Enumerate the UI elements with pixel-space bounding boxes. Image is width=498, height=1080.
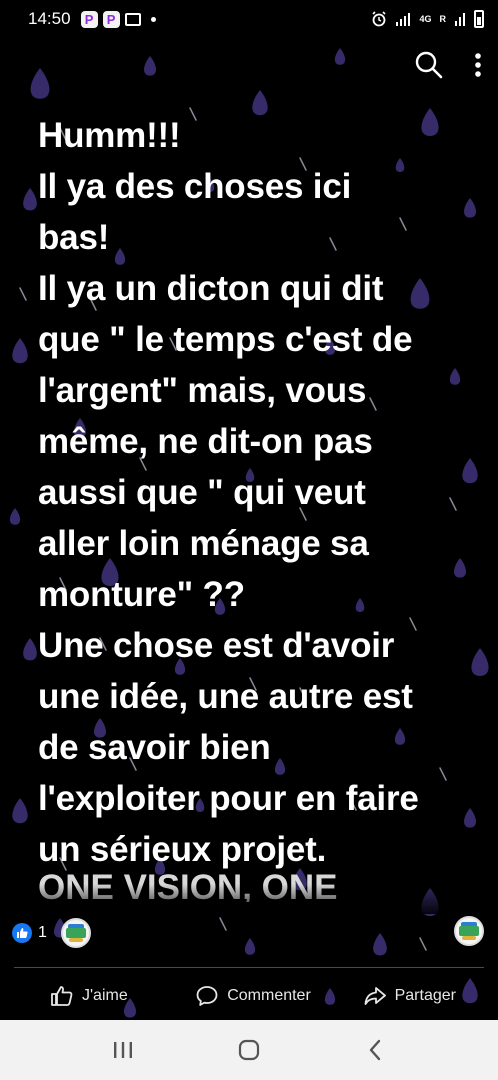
thumbs-up-icon: [12, 923, 32, 943]
gallery-notification-icon: [124, 12, 141, 26]
status-right-cluster: 4G R: [371, 10, 484, 28]
post-text-line: monture" ??: [38, 575, 245, 614]
post-text-line: aussi que " qui veut: [38, 473, 366, 512]
reactor-avatar[interactable]: [60, 918, 91, 948]
signal-icon: [396, 13, 411, 26]
signal-2-icon: [455, 13, 465, 26]
post-action-bar: J'aime Commenter Partager: [0, 976, 498, 1016]
like-button[interactable]: J'aime: [0, 976, 185, 1016]
divider: [14, 967, 484, 968]
notification-app-icon: P: [80, 10, 98, 28]
post-text-line: Une chose est d'avoir: [38, 626, 395, 665]
raindrop-shape: [12, 338, 28, 364]
rain-streak: [419, 937, 427, 951]
raindrop-shape: [12, 798, 28, 824]
raindrop-shape: [373, 933, 387, 956]
reactions-summary[interactable]: 1: [12, 918, 91, 948]
back-button[interactable]: [345, 1030, 405, 1070]
more-vertical-icon: [475, 53, 481, 77]
more-options-button[interactable]: [474, 52, 482, 78]
share-label: Partager: [394, 987, 456, 1004]
recent-apps-button[interactable]: [93, 1030, 153, 1070]
reaction-count: 1: [38, 924, 47, 941]
more-notifications-dot: [150, 16, 156, 22]
post-viewer: Humm!!! Il ya des choses ici bas! Il ya un …: [0, 38, 498, 1020]
post-text-line: même, ne dit-on pas: [38, 422, 373, 461]
notification-app-icon: P: [102, 10, 120, 28]
comment-icon: [196, 986, 218, 1006]
roaming-label: R: [439, 13, 447, 24]
post-text-line: de savoir bien: [38, 728, 271, 767]
share-button[interactable]: Partager: [321, 976, 498, 1016]
post-text-line: une idée, une autre est: [38, 677, 413, 716]
raindrop-shape: [23, 188, 37, 211]
post-text-line: que " le temps c'est de: [38, 320, 413, 359]
thumbs-up-outline-icon: [51, 986, 73, 1006]
raindrop-shape: [9, 508, 21, 525]
status-bar: 14:50 P P 4G R: [0, 0, 498, 38]
comment-label: Commenter: [227, 987, 311, 1004]
back-icon: [369, 1039, 381, 1061]
raindrop-shape: [334, 48, 346, 65]
text-fade-overlay: [0, 884, 498, 914]
home-button[interactable]: [219, 1030, 279, 1070]
network-type-label: 4G: [419, 13, 432, 24]
home-icon: [238, 1039, 260, 1061]
post-text: Humm!!! Il ya des choses ici bas! Il ya un …: [38, 110, 478, 875]
battery-icon: [474, 10, 484, 28]
post-text-line: bas!: [38, 218, 110, 257]
system-navigation-bar: [0, 1020, 498, 1080]
post-text-line: l'exploiter pour en faire: [38, 779, 419, 818]
post-text-line: Humm!!!: [38, 116, 181, 155]
raindrop-shape: [23, 638, 37, 661]
like-label: J'aime: [82, 987, 128, 1004]
comment-button[interactable]: Commenter: [185, 976, 320, 1016]
post-text-line: Il ya des choses ici: [38, 167, 352, 206]
share-icon: [364, 987, 386, 1005]
status-time: 14:50: [28, 9, 71, 28]
post-text-line: aller loin ménage sa: [38, 524, 369, 563]
post-text-line: l'argent" mais, vous: [38, 371, 367, 410]
search-icon: [415, 51, 443, 79]
rain-streak: [219, 917, 227, 931]
raindrop-shape: [30, 68, 50, 99]
top-actions: [414, 50, 482, 80]
raindrop-shape: [144, 56, 156, 76]
raindrop-shape: [244, 938, 256, 955]
search-button[interactable]: [414, 50, 444, 80]
rain-streak: [19, 287, 27, 301]
alarm-icon: [372, 11, 387, 27]
recent-apps-icon: [114, 1042, 132, 1058]
post-text-line: Il ya un dicton qui dit: [38, 269, 384, 308]
page-avatar[interactable]: [454, 916, 484, 946]
